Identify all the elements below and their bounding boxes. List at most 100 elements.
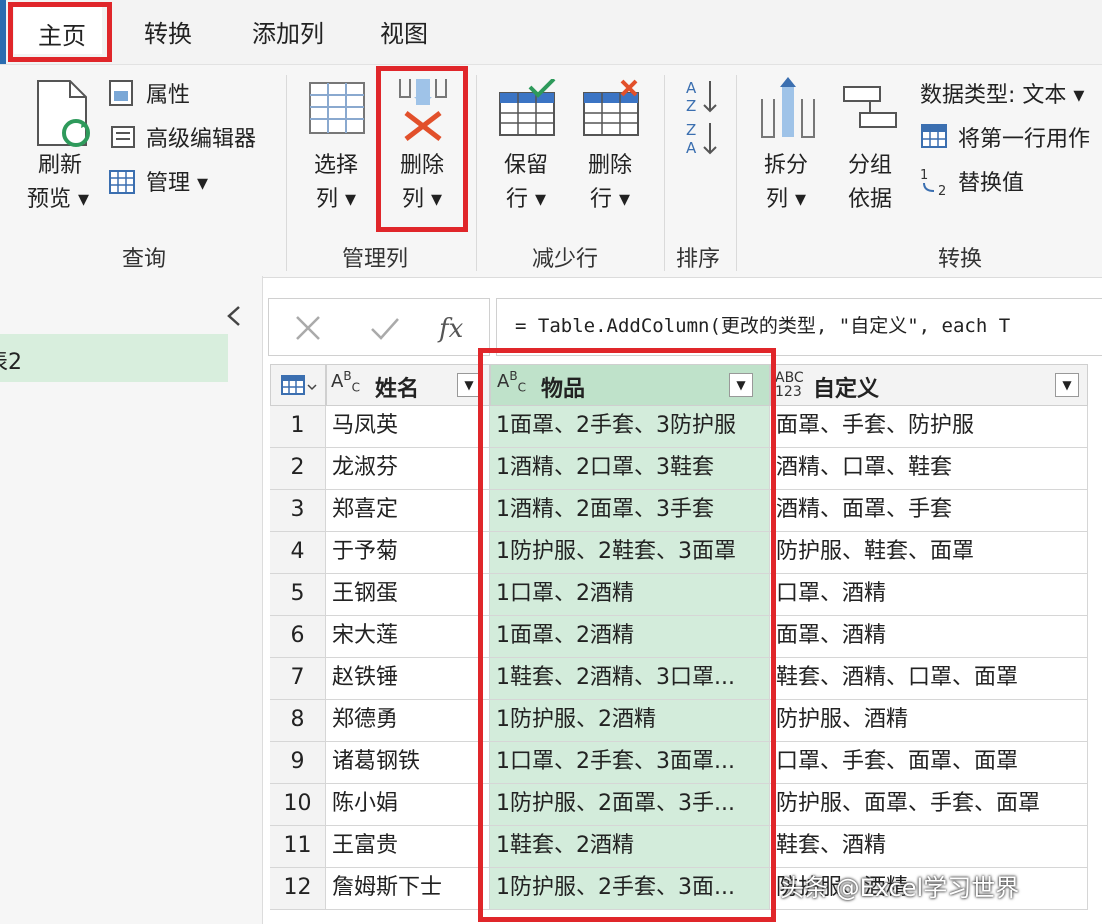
sort-ascending-icon: A Z	[686, 79, 717, 115]
use-first-row-label: 将第一行用作	[958, 127, 1091, 152]
row-number[interactable]: 5	[270, 574, 326, 616]
refresh-label-1: 刷新	[37, 153, 82, 178]
cell-name[interactable]: 赵铁锤	[326, 658, 490, 700]
app-edge-accent	[0, 0, 6, 64]
row-number[interactable]: 2	[270, 448, 326, 490]
column-header-name[interactable]: ABC 姓名 ▼	[326, 364, 490, 406]
text-type-icon: ABC	[331, 369, 360, 395]
table-icon	[921, 124, 947, 148]
split-column-icon	[761, 77, 815, 138]
group-by-label-2: 依据	[847, 187, 892, 212]
cell-name[interactable]: 于予菊	[326, 532, 490, 574]
svg-text:A: A	[686, 79, 697, 97]
group-label-transform: 转换	[938, 247, 983, 272]
cell-name[interactable]: 诸葛钢铁	[326, 742, 490, 784]
cell-name[interactable]: 龙淑芬	[326, 448, 490, 490]
cell-custom[interactable]: 鞋套、酒精	[770, 826, 1088, 868]
column-header-name-label: 姓名	[375, 377, 420, 402]
cell-name[interactable]: 陈小娟	[326, 784, 490, 826]
highlight-home-tab	[8, 2, 112, 62]
cell-custom[interactable]: 防护服、面罩、手套、面罩	[770, 784, 1088, 826]
group-label-reduce-rows: 减少行	[532, 247, 599, 272]
sort-descending-icon: Z A	[686, 121, 717, 157]
advanced-editor-icon	[111, 126, 135, 148]
svg-text:1: 1	[920, 168, 928, 183]
function-icon[interactable]: fx	[437, 309, 473, 345]
group-by-icon	[843, 86, 897, 128]
properties-icon	[109, 80, 133, 106]
query-item-selected[interactable]: 表2	[0, 334, 228, 382]
cell-custom[interactable]: 面罩、手套、防护服	[770, 406, 1088, 448]
data-type-dropdown[interactable]: 数据类型: 文本 ▾	[920, 77, 1084, 109]
cell-custom[interactable]: 面罩、酒精	[770, 616, 1088, 658]
keep-rows-label-1: 保留	[503, 153, 548, 178]
query-item-label: 表2	[0, 350, 22, 375]
highlight-item-column	[478, 348, 776, 922]
cell-name[interactable]: 郑喜定	[326, 490, 490, 532]
row-number[interactable]: 12	[270, 868, 326, 910]
cell-name[interactable]: 马凤英	[326, 406, 490, 448]
row-number[interactable]: 3	[270, 490, 326, 532]
svg-text:2: 2	[938, 184, 946, 199]
divider	[736, 75, 737, 271]
group-label-manage-columns: 管理列	[342, 247, 409, 272]
keep-rows-icon	[499, 79, 556, 136]
remove-rows-label-1: 删除	[587, 153, 632, 178]
cell-name[interactable]: 詹姆斯下士	[326, 868, 490, 910]
remove-rows-icon	[583, 79, 639, 136]
cell-name[interactable]: 郑德勇	[326, 700, 490, 742]
choose-columns-label-1: 选择	[313, 153, 358, 178]
advanced-editor-label: 高级编辑器	[146, 127, 257, 152]
divider	[286, 75, 287, 271]
row-number[interactable]: 11	[270, 826, 326, 868]
group-by-label-1: 分组	[847, 153, 892, 178]
choose-columns-label-2: 列	[315, 187, 338, 212]
refresh-icon	[37, 80, 90, 147]
highlight-remove-columns	[376, 66, 468, 232]
row-number[interactable]: 10	[270, 784, 326, 826]
chevron-left-icon	[227, 306, 240, 326]
table-icon	[109, 170, 135, 194]
check-icon[interactable]	[369, 313, 401, 343]
cell-custom[interactable]: 防护服、鞋套、面罩	[770, 532, 1088, 574]
cell-custom[interactable]: 口罩、手套、面罩、面罩	[770, 742, 1088, 784]
row-number[interactable]: 9	[270, 742, 326, 784]
divider	[476, 75, 477, 271]
split-column-label-1: 拆分	[763, 153, 808, 178]
table-menu-button[interactable]	[270, 364, 326, 406]
row-number[interactable]: 7	[270, 658, 326, 700]
tab-transform[interactable]: 转换	[144, 14, 192, 49]
cell-custom[interactable]: 口罩、酒精	[770, 574, 1088, 616]
row-number[interactable]: 6	[270, 616, 326, 658]
filter-dropdown-icon[interactable]: ▼	[1055, 373, 1079, 397]
cell-name[interactable]: 王钢蛋	[326, 574, 490, 616]
formula-controls: fx	[268, 298, 490, 356]
cell-name[interactable]: 宋大莲	[326, 616, 490, 658]
formula-text: = Table.AddColumn(更改的类型, "自定义", each T	[515, 315, 1011, 337]
ribbon: 刷新 预览 ▾ 属性 高级编辑器 管理 ▾ 查询 选择 列 ▾ 删除 列 ▾ 管…	[0, 64, 1102, 278]
refresh-label-2: 预览	[26, 187, 71, 212]
svg-text:Z: Z	[686, 97, 696, 115]
close-icon[interactable]	[293, 313, 323, 343]
tab-view[interactable]: 视图	[380, 14, 428, 49]
remove-rows-label-2: 行	[589, 187, 612, 212]
cell-custom[interactable]: 鞋套、酒精、口罩、面罩	[770, 658, 1088, 700]
replace-values-icon: 1 2	[920, 168, 946, 199]
row-number[interactable]: 4	[270, 532, 326, 574]
row-number[interactable]: 8	[270, 700, 326, 742]
cell-custom[interactable]: 酒精、面罩、手套	[770, 490, 1088, 532]
svg-text:fx: fx	[437, 314, 464, 344]
cell-name[interactable]: 王富贵	[326, 826, 490, 868]
choose-columns-icon	[309, 82, 365, 134]
row-number[interactable]: 1	[270, 406, 326, 448]
column-header-custom[interactable]: ABC 123 自定义 ▼	[770, 364, 1088, 406]
manage-label: 管理	[146, 171, 191, 196]
tab-add-column[interactable]: 添加列	[252, 14, 324, 49]
keep-rows-label-2: 行	[505, 187, 528, 212]
divider	[664, 75, 665, 271]
svg-text:A: A	[686, 139, 697, 157]
cell-custom[interactable]: 酒精、口罩、鞋套	[770, 448, 1088, 490]
cell-custom[interactable]: 防护服、酒精	[770, 700, 1088, 742]
properties-label: 属性	[146, 83, 191, 108]
group-label-query: 查询	[122, 247, 167, 272]
